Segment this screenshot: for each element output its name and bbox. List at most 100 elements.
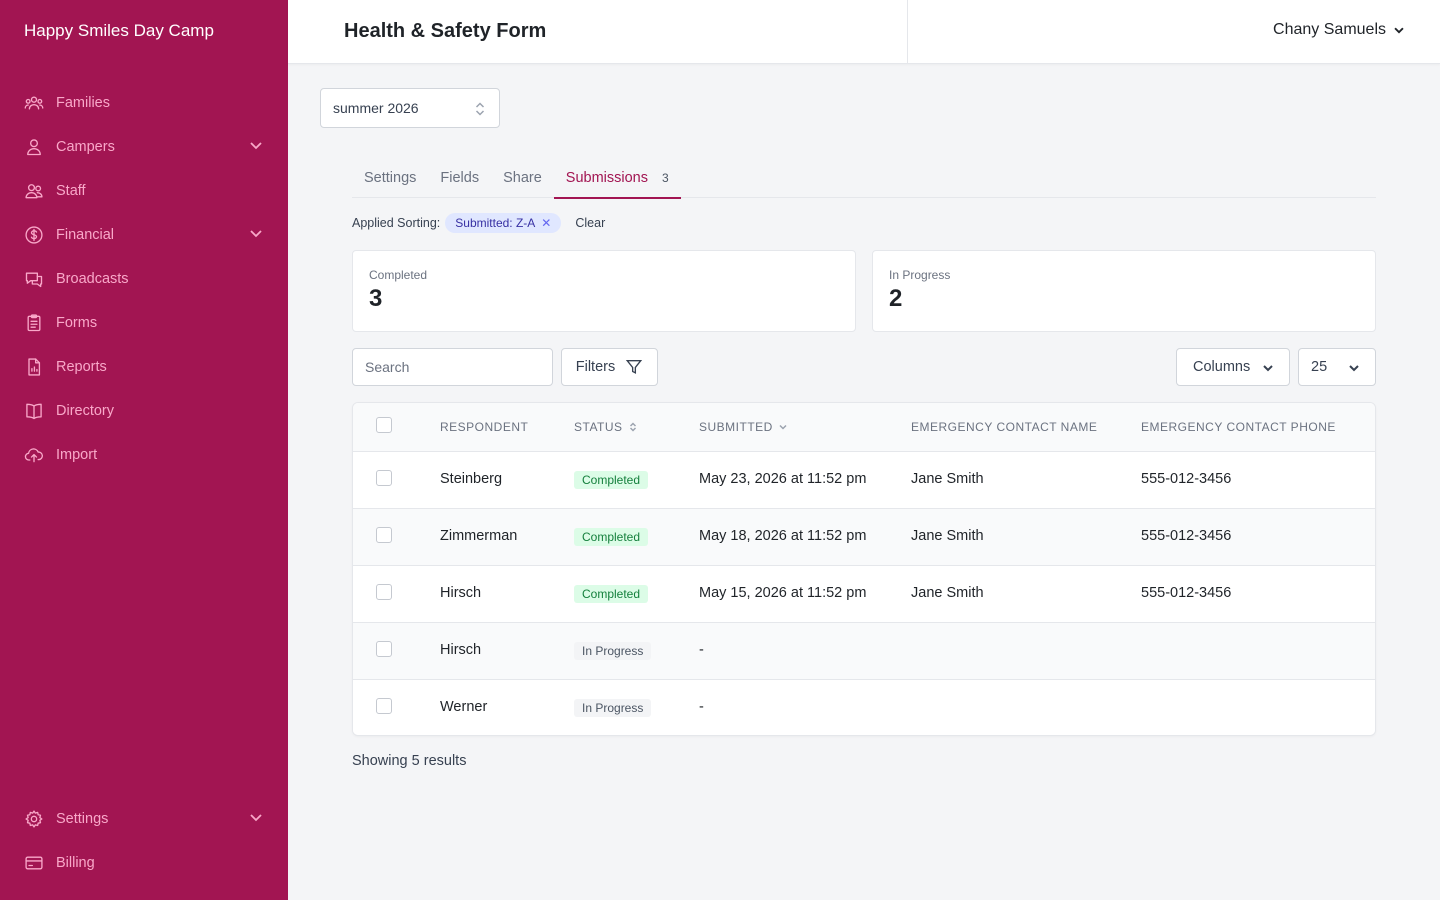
sidebar-item-settings[interactable]: Settings xyxy=(0,797,288,841)
clipboard-icon xyxy=(24,313,44,333)
select-all-checkbox[interactable] xyxy=(376,417,392,433)
sidebar-item-reports[interactable]: Reports xyxy=(0,345,288,389)
per-page-select[interactable]: 25 xyxy=(1298,348,1376,386)
chevron-down-icon[interactable] xyxy=(248,137,264,158)
stat-label: Completed xyxy=(369,268,428,282)
column-header-respondent[interactable]: RESPONDENT xyxy=(440,420,528,434)
search-input[interactable] xyxy=(352,348,553,386)
respondent-cell: Werner xyxy=(440,699,488,715)
sidebar-item-broadcasts[interactable]: Broadcasts xyxy=(0,257,288,301)
tab-fields[interactable]: Fields xyxy=(428,158,491,198)
respondent-cell: Hirsch xyxy=(440,642,482,658)
columns-button[interactable]: Columns xyxy=(1176,348,1290,386)
sidebar-item-label: Directory xyxy=(56,403,115,419)
page-title: Health & Safety Form xyxy=(344,20,547,42)
tab-submissions[interactable]: Submissions 3 xyxy=(553,158,681,199)
sorting-label: Applied Sorting: xyxy=(352,216,441,230)
header-divider xyxy=(907,0,908,64)
chevron-down-icon xyxy=(1349,365,1359,372)
tab-label: Share xyxy=(503,170,542,186)
status-badge: Completed xyxy=(574,528,649,546)
header-label: EMERGENCY CONTACT PHONE xyxy=(1141,420,1336,434)
stat-value: 3 xyxy=(369,285,383,312)
season-selected-value: summer 2026 xyxy=(333,100,419,116)
row-checkbox[interactable] xyxy=(376,698,392,714)
tab-label: Settings xyxy=(364,170,417,186)
stat-label: In Progress xyxy=(889,268,951,282)
sidebar-item-label: Broadcasts xyxy=(56,271,129,287)
respondent-cell: Zimmerman xyxy=(440,528,518,544)
header-label: STATUS xyxy=(574,420,623,434)
gear-icon xyxy=(24,809,44,829)
chevron-down-icon xyxy=(1394,27,1404,34)
sidebar-item-financial[interactable]: Financial xyxy=(0,213,288,257)
sort-desc-icon xyxy=(779,424,787,430)
sidebar-item-label: Families xyxy=(56,95,110,111)
column-header-emergency-contact-name[interactable]: EMERGENCY CONTACT NAME xyxy=(911,420,1097,434)
row-checkbox[interactable] xyxy=(376,584,392,600)
status-badge: In Progress xyxy=(574,642,652,660)
sidebar-item-billing[interactable]: Billing xyxy=(0,841,288,885)
sidebar-nav: Families Campers Staff Financial Broadca… xyxy=(0,81,288,477)
header-label: RESPONDENT xyxy=(440,420,529,434)
table-row[interactable]: Werner In Progress - xyxy=(353,680,1375,735)
sidebar-item-label: Financial xyxy=(56,227,115,243)
table-body: Steinberg Completed May 23, 2026 at 11:5… xyxy=(353,452,1375,735)
tab-label: Submissions xyxy=(565,170,648,186)
season-select[interactable]: summer 2026 xyxy=(320,88,500,128)
table-row[interactable]: Hirsch Completed May 15, 2026 at 11:52 p… xyxy=(353,566,1375,623)
users-icon xyxy=(24,181,44,201)
sidebar-item-label: Campers xyxy=(56,139,115,155)
table-row[interactable]: Zimmerman Completed May 18, 2026 at 11:5… xyxy=(353,509,1375,566)
status-badge: Completed xyxy=(574,585,649,603)
sidebar-item-forms[interactable]: Forms xyxy=(0,301,288,345)
submitted-cell: - xyxy=(699,699,704,715)
column-header-submitted[interactable]: SUBMITTED xyxy=(699,420,788,434)
filters-button[interactable]: Filters xyxy=(561,348,658,386)
user-name: Chany Samuels xyxy=(1273,21,1386,38)
sidebar-item-label: Settings xyxy=(56,811,109,827)
tab-label: Fields xyxy=(440,170,480,186)
contact-name-cell: Jane Smith xyxy=(911,528,984,544)
status-badge: In Progress xyxy=(574,699,652,717)
sidebar-item-directory[interactable]: Directory xyxy=(0,389,288,433)
sidebar-item-label: Reports xyxy=(56,359,107,375)
sidebar-item-import[interactable]: Import xyxy=(0,433,288,477)
columns-label: Columns xyxy=(1193,359,1251,375)
sidebar-item-families[interactable]: Families xyxy=(0,81,288,125)
respondent-cell: Hirsch xyxy=(440,585,482,601)
sidebar-item-staff[interactable]: Staff xyxy=(0,169,288,213)
select-updown-icon xyxy=(473,100,487,121)
chevron-down-icon[interactable] xyxy=(248,809,264,830)
row-checkbox[interactable] xyxy=(376,470,392,486)
column-header-emergency-contact-phone[interactable]: EMERGENCY CONTACT PHONE xyxy=(1141,420,1336,434)
contact-name-cell: Jane Smith xyxy=(911,585,984,601)
submitted-cell: May 23, 2026 at 11:52 pm xyxy=(699,471,867,487)
user-icon xyxy=(24,137,44,157)
clear-sorting-button[interactable]: Clear xyxy=(575,216,605,230)
tab-settings[interactable]: Settings xyxy=(352,158,428,198)
brand-name[interactable]: Happy Smiles Day Camp xyxy=(24,21,214,41)
table-header: RESPONDENT STATUS SUBMITTED EMERGENCY CO… xyxy=(353,403,1375,452)
row-checkbox[interactable] xyxy=(376,641,392,657)
users-group-icon xyxy=(24,93,44,113)
row-checkbox[interactable] xyxy=(376,527,392,543)
header-label: SUBMITTED xyxy=(699,420,773,434)
sidebar-item-label: Forms xyxy=(56,315,98,331)
contact-phone-cell: 555-012-3456 xyxy=(1141,528,1232,544)
table-row[interactable]: Hirsch In Progress - xyxy=(353,623,1375,680)
tab-share[interactable]: Share xyxy=(491,158,554,198)
submitted-cell: - xyxy=(699,642,704,658)
applied-sorting: Applied Sorting: Submitted: Z-A ✕ Clear xyxy=(352,213,605,233)
contact-phone-cell: 555-012-3456 xyxy=(1141,585,1232,601)
sidebar-item-campers[interactable]: Campers xyxy=(0,125,288,169)
user-menu-button[interactable]: Chany Samuels xyxy=(1273,21,1406,39)
results-count: Showing 5 results xyxy=(352,753,467,769)
close-icon[interactable]: ✕ xyxy=(541,216,551,230)
chat-bubbles-icon xyxy=(24,269,44,289)
per-page-value: 25 xyxy=(1311,359,1328,375)
column-header-status[interactable]: STATUS xyxy=(574,420,638,434)
filters-label: Filters xyxy=(575,359,616,375)
chevron-down-icon[interactable] xyxy=(248,225,264,246)
table-row[interactable]: Steinberg Completed May 23, 2026 at 11:5… xyxy=(353,452,1375,509)
